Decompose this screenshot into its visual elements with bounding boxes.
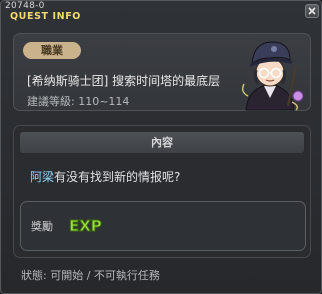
quest-id: 20748-0 xyxy=(5,1,45,11)
reward-box: 獎勵 EXP xyxy=(20,201,306,251)
quest-name: [希纳斯骑士团] 搜索时间塔的最底层 xyxy=(27,74,221,88)
quest-info-window: 20748-0 QUEST INFO 職業 [希纳斯骑士团] 搜索时间塔的最底层… xyxy=(0,0,322,294)
job-panel: 職業 [希纳斯骑士团] 搜索时间塔的最底层 建議等級: 110~114 xyxy=(13,33,311,111)
content-header: 內容 xyxy=(20,132,304,153)
content-message: 有没有找到新的情报呢? xyxy=(54,170,181,184)
window-title: QUEST INFO xyxy=(10,11,81,22)
exp-icon: EXP xyxy=(69,217,103,236)
content-panel: 內容 阿梁有没有找到新的情报呢? 獎勵 EXP xyxy=(13,125,311,258)
close-button[interactable] xyxy=(305,4,319,18)
quest-status: 狀態: 可開始 / 不可執行任務 xyxy=(21,269,160,282)
reward-label: 獎勵 xyxy=(31,220,53,233)
recommended-level: 建議等級: 110~114 xyxy=(27,95,130,108)
close-icon xyxy=(308,7,316,15)
job-tag: 職業 xyxy=(23,42,81,59)
npc-portrait xyxy=(241,41,304,111)
npc-name-link[interactable]: 阿梁 xyxy=(30,170,54,184)
content-text: 阿梁有没有找到新的情报呢? xyxy=(30,168,180,185)
exp-text: EXP xyxy=(69,217,102,235)
